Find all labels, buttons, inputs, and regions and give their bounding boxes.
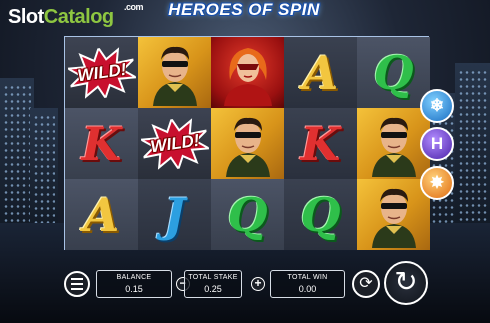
- hero-symbol-icon: [152, 46, 197, 106]
- reel-cell: K: [65, 108, 138, 179]
- reel-cell: Q: [284, 179, 357, 250]
- stake-value: 0.25: [204, 284, 222, 294]
- hero-emblem-icon: H: [430, 134, 444, 153]
- reel-cell: WILD!: [65, 37, 138, 108]
- letter-symbol-k: K: [81, 116, 122, 171]
- spin-button[interactable]: ↻: [384, 261, 428, 305]
- reel-cell: A: [284, 37, 357, 108]
- reel-cell: [211, 108, 284, 179]
- reel-cell: [138, 37, 211, 108]
- letter-symbol-a: A: [83, 187, 120, 242]
- letter-symbol-q: Q: [227, 187, 268, 242]
- stake-label: TOTAL STAKE: [188, 274, 238, 281]
- reel-cell: WILD!: [138, 108, 211, 179]
- freeze-feature-button[interactable]: ❄: [420, 89, 454, 123]
- game-title: HEROES OF SPIN: [168, 0, 320, 19]
- spin-icon: ↻: [394, 266, 418, 297]
- fire-burst-icon: ✸: [429, 173, 445, 192]
- balance-value: 0.15: [125, 284, 143, 294]
- reel-cell: K: [284, 108, 357, 179]
- menu-button[interactable]: [64, 271, 90, 297]
- autoplay-button[interactable]: ⟳: [352, 270, 380, 298]
- increase-stake-button[interactable]: +: [251, 277, 265, 291]
- reel-cell: J: [138, 179, 211, 250]
- balance-label: BALANCE: [116, 274, 152, 281]
- letter-symbol-q: Q: [300, 187, 341, 242]
- reel-grid: WILD! A Q K WILD! K A J Q Q: [64, 36, 430, 250]
- stake-display: TOTAL STAKE 0.25: [184, 270, 242, 298]
- heroine-symbol-icon: [223, 47, 272, 106]
- slotcatalog-logo: SlotCatalog .com: [8, 2, 144, 28]
- letter-symbol-q: Q: [373, 45, 414, 100]
- snowflake-icon: ❄: [429, 96, 445, 115]
- hero-symbol-icon: [225, 117, 270, 177]
- hero-feature-button[interactable]: H: [420, 127, 454, 161]
- reel-cell: Q: [211, 179, 284, 250]
- hero-symbol-icon: [371, 117, 416, 177]
- fire-feature-button[interactable]: ✸: [420, 166, 454, 200]
- win-label: TOTAL WIN: [287, 274, 328, 281]
- reel-cell: [211, 37, 284, 108]
- hero-symbol-icon: [371, 188, 416, 248]
- reel-cell: [357, 179, 430, 250]
- letter-symbol-j: J: [163, 187, 186, 242]
- autoplay-icon: ⟳: [359, 275, 373, 292]
- win-value: 0.00: [298, 284, 317, 294]
- hamburger-icon: [71, 278, 83, 280]
- letter-symbol-a: A: [302, 45, 339, 100]
- win-display: TOTAL WIN 0.00: [270, 270, 345, 298]
- balance-display: BALANCE 0.15: [96, 270, 172, 298]
- letter-symbol-k: K: [300, 116, 341, 171]
- reel-cell: A: [65, 179, 138, 250]
- reel-cell: Q: [357, 37, 430, 108]
